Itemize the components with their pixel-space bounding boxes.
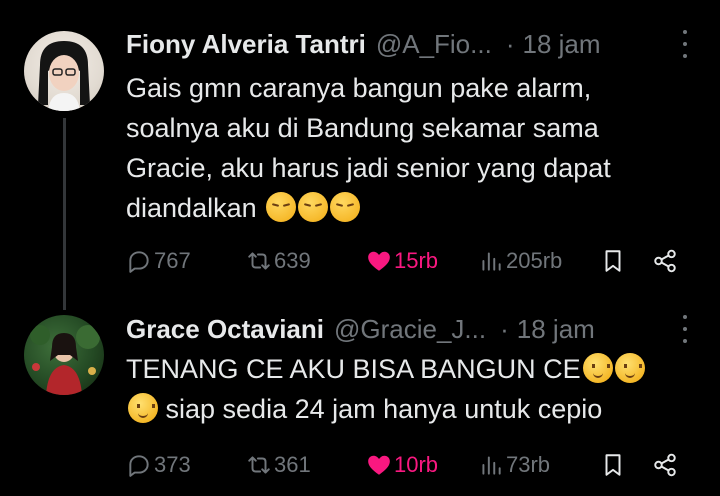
- tweet-grace[interactable]: Grace Octaviani @Gracie_J... · 18 jam TE…: [0, 300, 720, 496]
- share-icon: [654, 453, 676, 477]
- reply-icon: [129, 251, 149, 273]
- more-options-icon[interactable]: [680, 30, 690, 58]
- tweet-text-content: Gais gmn caranya bangun pake alarm, soal…: [126, 73, 611, 223]
- pensive-face-emoji: [330, 192, 361, 222]
- avatar[interactable]: [24, 31, 104, 111]
- bookmark-button[interactable]: [600, 246, 626, 276]
- bookmark-icon: [605, 250, 621, 272]
- reply-count: 373: [154, 452, 191, 477]
- saluting-face-emoji: [128, 393, 158, 423]
- repost-count: 639: [274, 248, 311, 273]
- pensive-face-emoji: [266, 192, 297, 222]
- views-count: 73rb: [506, 452, 551, 477]
- share-button[interactable]: [652, 450, 678, 480]
- separator-dot: ·: [500, 313, 509, 344]
- reply-count: 767: [154, 248, 191, 273]
- views-icon: [482, 252, 501, 271]
- tweet-header: Grace Octaviani @Gracie_J... · 18 jam: [126, 311, 690, 347]
- avatar-image: [30, 325, 100, 395]
- tweet-header: Fiony Alveria Tantri @A_Fio... · 18 jam: [126, 26, 690, 62]
- timestamp[interactable]: 18 jam: [517, 314, 595, 345]
- bookmark-button[interactable]: [600, 450, 626, 480]
- repost-button[interactable]: 639: [246, 246, 311, 276]
- more-options-icon[interactable]: [680, 315, 690, 343]
- user-handle[interactable]: @Gracie_J...: [334, 314, 486, 345]
- bookmark-icon: [605, 454, 621, 476]
- views-count: 205rb: [506, 248, 563, 273]
- share-icon: [654, 249, 676, 273]
- repost-count: 361: [274, 452, 311, 477]
- reply-button[interactable]: 373: [126, 450, 191, 480]
- avatar[interactable]: [24, 315, 104, 395]
- timestamp[interactable]: 18 jam: [522, 29, 600, 60]
- views-button[interactable]: 73rb: [478, 450, 550, 480]
- user-handle[interactable]: @A_Fio...: [376, 29, 492, 60]
- display-name[interactable]: Grace Octaviani: [126, 314, 324, 345]
- tweet-actions: 373 361 10rb 73rb: [126, 450, 680, 480]
- display-name[interactable]: Fiony Alveria Tantri: [126, 29, 366, 60]
- repost-button[interactable]: 361: [246, 450, 311, 480]
- like-count: 10rb: [394, 452, 439, 477]
- reply-button[interactable]: 767: [126, 246, 191, 276]
- reply-icon: [129, 455, 149, 477]
- separator-dot: ·: [505, 28, 515, 59]
- tweet-text-line-2: siap sedia 24 jam hanya untuk cepio: [158, 394, 603, 424]
- heart-icon: [368, 455, 390, 475]
- tweet-fiony[interactable]: Fiony Alveria Tantri @A_Fio... · 18 jam …: [0, 0, 720, 300]
- share-button[interactable]: [652, 246, 678, 276]
- like-count: 15rb: [394, 248, 439, 273]
- tweet-text: TENANG CE AKU BISA BANGUN CE siap sedia …: [126, 349, 694, 429]
- repost-icon: [248, 252, 270, 270]
- heart-icon: [368, 251, 390, 271]
- saluting-face-emoji: [582, 353, 613, 383]
- avatar-image: [38, 41, 90, 111]
- pensive-face-emoji: [298, 192, 329, 222]
- like-button[interactable]: 15rb: [366, 246, 438, 276]
- tweet-actions: 767 639 15rb 205rb: [126, 246, 680, 276]
- views-icon: [482, 456, 501, 475]
- like-button[interactable]: 10rb: [366, 450, 438, 480]
- views-button[interactable]: 205rb: [478, 246, 562, 276]
- saluting-face-emoji: [614, 353, 645, 383]
- tweet-text: Gais gmn caranya bangun pake alarm, soal…: [126, 68, 694, 228]
- repost-icon: [248, 456, 270, 474]
- tweet-text-line-1: TENANG CE AKU BISA BANGUN CE: [126, 354, 581, 384]
